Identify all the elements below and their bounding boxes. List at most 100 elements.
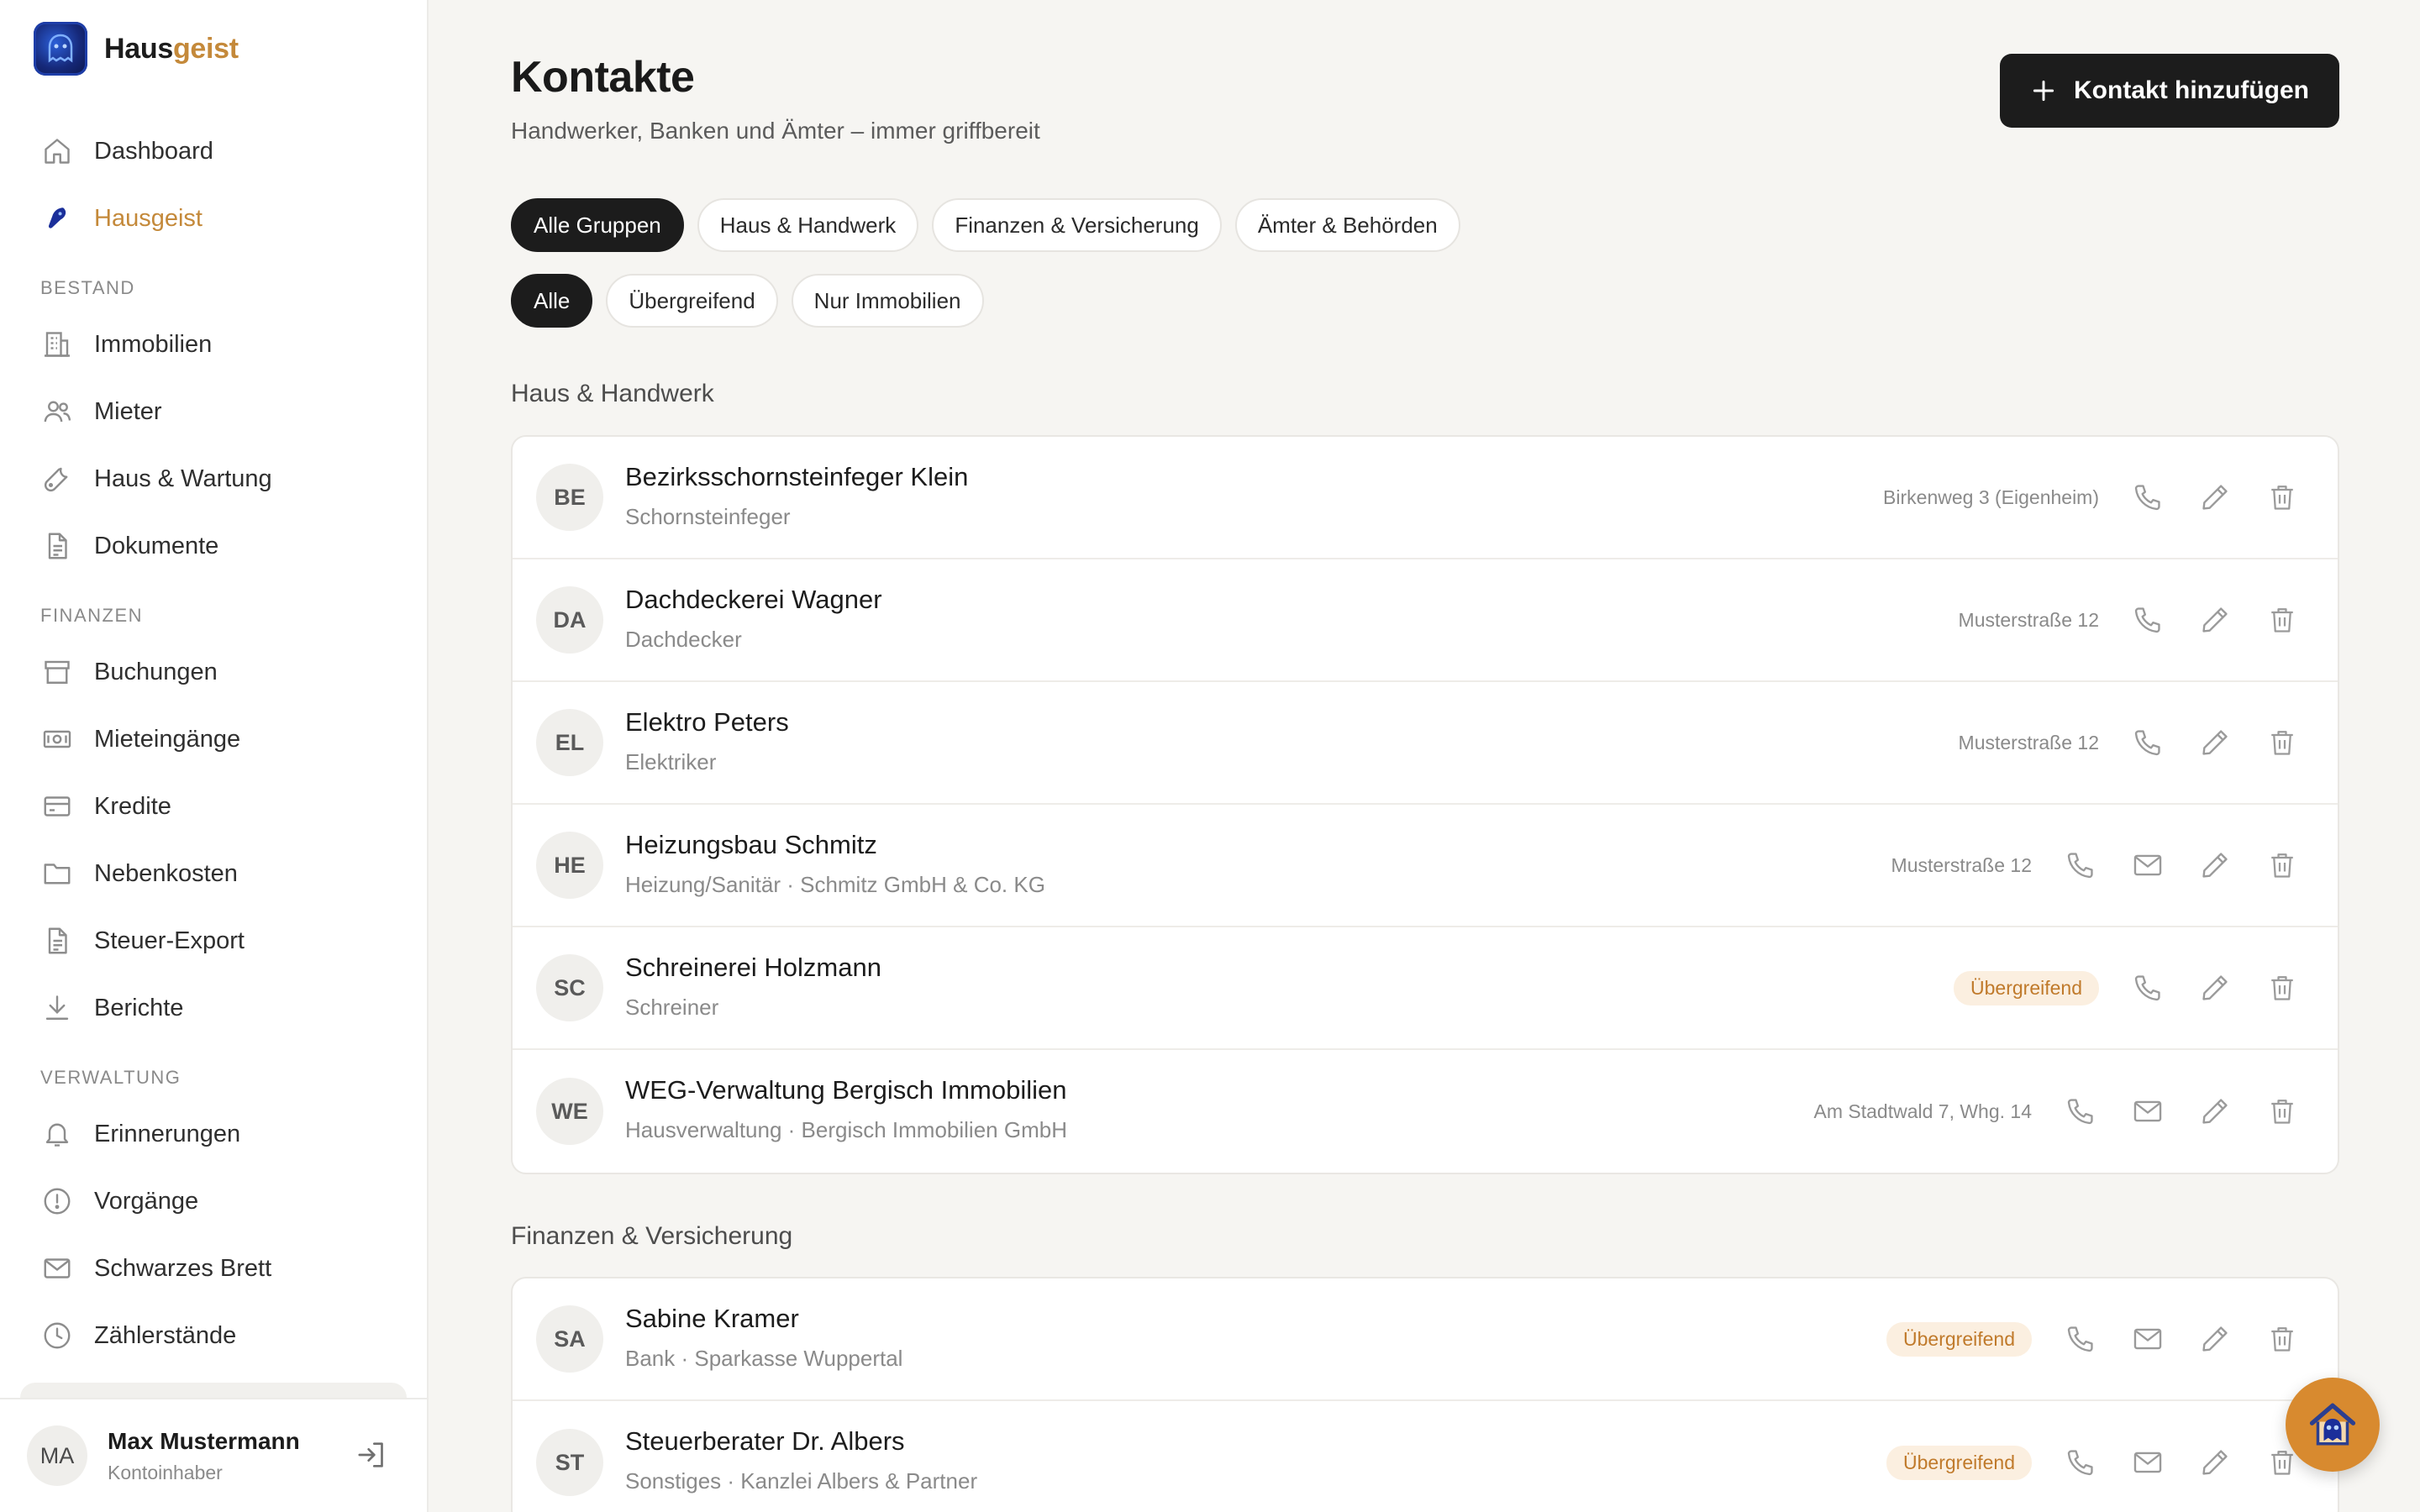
user-footer: MA Max Mustermann Kontoinhaber <box>0 1398 427 1512</box>
phone-icon[interactable] <box>2047 1305 2114 1373</box>
delete-trash-icon[interactable] <box>2249 1305 2316 1373</box>
add-contact-button[interactable]: Kontakt hinzufügen <box>2000 54 2339 128</box>
sidebar-item-zaehlerstaende[interactable]: Zählerstände <box>0 1302 427 1369</box>
mail-icon[interactable] <box>2114 1078 2181 1145</box>
contact-avatar: SC <box>536 954 603 1021</box>
contact-name: Elektro Peters <box>625 707 789 737</box>
sidebar-item-berichte[interactable]: Berichte <box>0 974 427 1042</box>
phone-icon[interactable] <box>2114 709 2181 776</box>
brand[interactable]: Hausgeist <box>34 22 239 76</box>
contact-text: Schreinerei Holzmann Schreiner <box>625 953 881 1021</box>
edit-pencil-icon[interactable] <box>2181 709 2249 776</box>
logout-icon[interactable] <box>355 1438 388 1472</box>
edit-pencil-icon[interactable] <box>2181 1078 2249 1145</box>
bell-icon <box>40 1117 74 1151</box>
contact-name: WEG-Verwaltung Bergisch Immobilien <box>625 1075 1067 1105</box>
contact-row[interactable]: BE Bezirksschornsteinfeger Klein Schornste… <box>513 437 2338 559</box>
phone-icon[interactable] <box>2047 1078 2114 1145</box>
scope-chip-uebergreifend[interactable]: Übergreifend <box>606 274 778 328</box>
delete-trash-icon[interactable] <box>2249 464 2316 531</box>
folder-icon <box>40 857 74 890</box>
scope-chip-all[interactable]: Alle <box>511 274 593 328</box>
sidebar-section-verwaltung: VERWALTUNG <box>40 1067 182 1088</box>
sidebar-item-dashboard[interactable]: Dashboard <box>0 118 427 185</box>
section-title-haus-handwerk: Haus & Handwerk <box>511 380 714 407</box>
user-role: Kontoinhaber <box>108 1461 223 1483</box>
sidebar-item-mieter[interactable]: Mieter <box>0 378 427 445</box>
phone-icon[interactable] <box>2114 464 2181 531</box>
contact-actions: Übergreifend <box>1886 1401 2316 1512</box>
filter-chip-aemter-behoerden[interactable]: Ämter & Behörden <box>1234 198 1460 252</box>
mail-icon[interactable] <box>2114 1305 2181 1373</box>
contact-text: Heizungsbau Schmitz Heizung/Sanitär · Sch… <box>625 830 1045 898</box>
page-title: Kontakte <box>511 53 695 102</box>
contact-name: Schreinerei Holzmann <box>625 953 881 982</box>
section-title-finanzen-versicherung: Finanzen & Versicherung <box>511 1222 793 1250</box>
sidebar-item-vorgaenge[interactable]: Vorgänge <box>0 1168 427 1235</box>
contact-subtitle: Hausverwaltung · Bergisch Immobilien Gmb… <box>625 1117 1067 1142</box>
contact-avatar: SA <box>536 1305 603 1373</box>
phone-icon[interactable] <box>2114 586 2181 654</box>
sidebar-item-hausgeist[interactable]: Hausgeist <box>0 185 427 252</box>
user-name: Max Mustermann <box>108 1427 300 1454</box>
edit-pencil-icon[interactable] <box>2181 1305 2249 1373</box>
contact-row[interactable]: SA Sabine Kramer Bank · Sparkasse Wupperta… <box>513 1278 2338 1401</box>
edit-pencil-icon[interactable] <box>2181 464 2249 531</box>
contact-text: Elektro Peters Elektriker <box>625 707 789 775</box>
sidebar-section-bestand: BESTAND <box>40 277 135 298</box>
sidebar-item-buchungen[interactable]: Buchungen <box>0 638 427 706</box>
contact-property: Am Stadtwald 7, Whg. 14 <box>1813 1100 2032 1122</box>
sidebar-item-dokumente[interactable]: Dokumente <box>0 512 427 580</box>
sidebar-item-steuer-export[interactable]: Steuer-Export <box>0 907 427 974</box>
edit-pencil-icon[interactable] <box>2181 1429 2249 1496</box>
mail-icon[interactable] <box>2114 832 2181 899</box>
contact-row[interactable]: HE Heizungsbau Schmitz Heizung/Sanitär · S… <box>513 805 2338 927</box>
delete-trash-icon[interactable] <box>2249 1078 2316 1145</box>
scope-badge: Übergreifend <box>1886 1445 2032 1480</box>
phone-icon[interactable] <box>2114 954 2181 1021</box>
plus-icon <box>2030 77 2057 104</box>
edit-pencil-icon[interactable] <box>2181 954 2249 1021</box>
contact-row[interactable]: ST Steuerberater Dr. Albers Sonstiges · Ka… <box>513 1401 2338 1512</box>
contact-property: Musterstraße 12 <box>1958 608 2099 631</box>
banknote-icon <box>40 722 74 756</box>
sidebar-scroll-edge <box>20 1383 407 1398</box>
contact-row[interactable]: EL Elektro Peters Elektriker Musterstraße 1… <box>513 682 2338 805</box>
sidebar-item-erinnerungen[interactable]: Erinnerungen <box>0 1100 427 1168</box>
contact-avatar: HE <box>536 832 603 899</box>
filter-chip-all-groups[interactable]: Alle Gruppen <box>511 198 684 252</box>
contact-row[interactable]: SC Schreinerei Holzmann Schreiner Übergreif… <box>513 927 2338 1050</box>
sidebar-item-kredite[interactable]: Kredite <box>0 773 427 840</box>
contact-name: Heizungsbau Schmitz <box>625 830 877 859</box>
users-icon <box>40 395 74 428</box>
filter-chip-haus-handwerk[interactable]: Haus & Handwerk <box>697 198 919 252</box>
delete-trash-icon[interactable] <box>2249 832 2316 899</box>
phone-icon[interactable] <box>2047 832 2114 899</box>
contact-actions: Am Stadtwald 7, Whg. 14 <box>1813 1050 2316 1173</box>
sidebar-item-mieteingaenge[interactable]: Mieteingänge <box>0 706 427 773</box>
contact-actions: Übergreifend <box>1886 1278 2316 1399</box>
contact-subtitle: Schreiner <box>625 995 719 1020</box>
contact-card-finanzen-versicherung: SA Sabine Kramer Bank · Sparkasse Wupperta… <box>511 1277 2339 1512</box>
mail-icon[interactable] <box>2114 1429 2181 1496</box>
phone-icon[interactable] <box>2047 1429 2114 1496</box>
edit-pencil-icon[interactable] <box>2181 586 2249 654</box>
filter-chip-finanzen-versicherung[interactable]: Finanzen & Versicherung <box>932 198 1222 252</box>
group-filter-row: Alle Gruppen Haus & Handwerk Finanzen & … <box>511 198 1460 252</box>
avatar[interactable]: MA <box>27 1425 87 1486</box>
scope-chip-nur-immobilien[interactable]: Nur Immobilien <box>791 274 984 328</box>
assistant-fab[interactable] <box>2286 1378 2380 1472</box>
sidebar-nav: Dashboard Hausgeist BESTAND Immobilien M… <box>0 118 427 1369</box>
contact-property: Birkenweg 3 (Eigenheim) <box>1883 486 2099 508</box>
delete-trash-icon[interactable] <box>2249 709 2316 776</box>
sidebar-item-nebenkosten[interactable]: Nebenkosten <box>0 840 427 907</box>
edit-pencil-icon[interactable] <box>2181 832 2249 899</box>
delete-trash-icon[interactable] <box>2249 586 2316 654</box>
contact-name: Steuerberater Dr. Albers <box>625 1426 905 1456</box>
sidebar-item-haus-wartung[interactable]: Haus & Wartung <box>0 445 427 512</box>
sidebar-item-schwarzes-brett[interactable]: Schwarzes Brett <box>0 1235 427 1302</box>
sidebar-item-immobilien[interactable]: Immobilien <box>0 311 427 378</box>
contact-row[interactable]: WE WEG-Verwaltung Bergisch Immobilien Haus… <box>513 1050 2338 1173</box>
delete-trash-icon[interactable] <box>2249 954 2316 1021</box>
contact-row[interactable]: DA Dachdeckerei Wagner Dachdecker Musterstr… <box>513 559 2338 682</box>
